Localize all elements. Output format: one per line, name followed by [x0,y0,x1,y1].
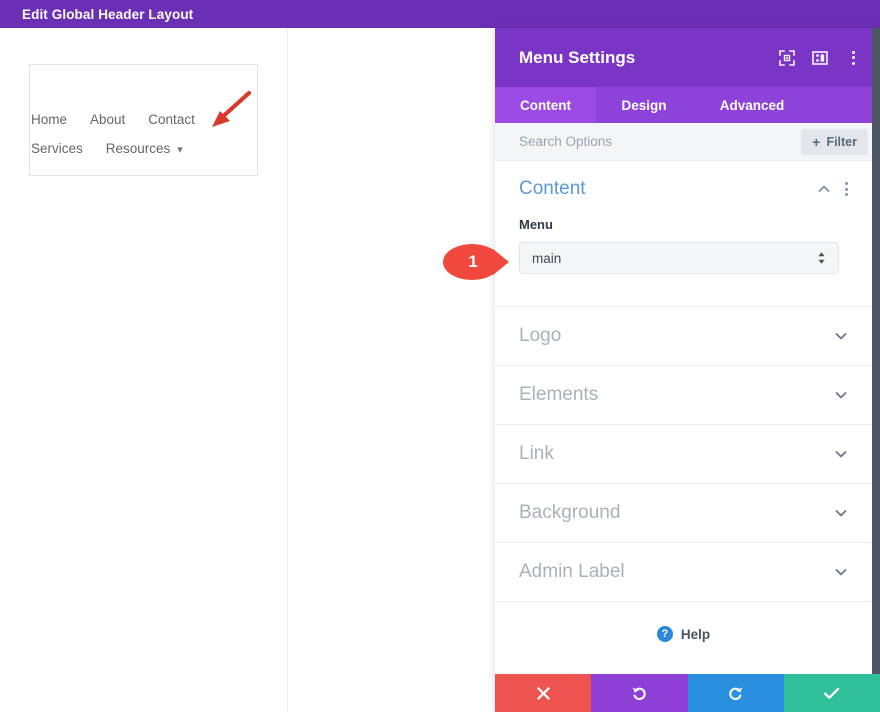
discard-button[interactable] [495,674,591,712]
more-options-icon[interactable] [844,49,862,67]
menu-select-wrap: main [519,242,848,274]
filter-button[interactable]: + Filter [801,129,868,155]
search-input[interactable] [519,134,801,149]
panel-header-icons [778,49,862,67]
callout-number: 1 [459,250,487,274]
redo-button[interactable] [688,674,784,712]
help-icon: ? [657,626,673,642]
chevron-down-icon [834,329,848,343]
page-title: Edit Global Header Layout [0,7,193,22]
panel-tabs: Content Design Advanced [495,87,880,123]
help-label: Help [681,627,710,642]
nav-link-services[interactable]: Services [31,141,83,156]
section-admin-label[interactable]: Admin Label [495,543,872,602]
chevron-down-icon [834,506,848,520]
tab-design[interactable]: Design [596,87,692,123]
preview-nav-row: Services Resources ▾ [31,134,257,163]
panel-title: Menu Settings [519,48,778,68]
nav-link-resources[interactable]: Resources ▾ [106,141,183,156]
section-admin-label-title: Admin Label [519,561,834,583]
tab-advanced[interactable]: Advanced [692,87,812,123]
chevron-up-icon[interactable] [817,182,831,196]
panel-scrollbar[interactable] [872,28,880,674]
help-row[interactable]: ? Help [495,602,872,666]
section-content-controls [817,182,848,196]
module-settings-panel: Menu Settings [495,28,880,712]
section-logo[interactable]: Logo [495,307,872,366]
filter-button-label: Filter [826,135,857,149]
tab-content[interactable]: Content [495,87,596,123]
menu-select[interactable]: main [519,242,839,274]
section-content-header[interactable]: Content [519,161,848,217]
section-link[interactable]: Link [495,425,872,484]
save-button[interactable] [784,674,880,712]
builder-canvas: Home About Contact Services Resources ▾ [0,28,288,712]
undo-button[interactable] [591,674,687,712]
panel-body: Content Menu [495,161,872,673]
dots-vertical [844,182,848,196]
divi-builder-screen: Edit Global Header Layout Home About Con… [0,0,880,712]
menu-select-value: main [532,251,817,266]
section-link-title: Link [519,443,834,465]
section-content-title: Content [519,178,817,200]
chevron-down-icon [834,565,848,579]
chevron-down-icon [834,388,848,402]
nav-link-home[interactable]: Home [31,112,67,127]
section-logo-title: Logo [519,325,834,347]
section-background-title: Background [519,502,834,524]
canvas-gutter [289,28,495,712]
panel-action-bar [495,674,880,712]
plus-icon: + [812,135,820,149]
select-stepper-icon [817,251,826,265]
nav-link-resources-label: Resources [106,141,171,156]
dots-vertical [851,51,855,65]
nav-link-about[interactable]: About [90,112,125,127]
section-content: Content Menu [495,161,872,306]
section-content-more-icon[interactable] [844,182,848,196]
chevron-down-icon [834,447,848,461]
nav-link-contact[interactable]: Contact [148,112,195,127]
section-background[interactable]: Background [495,484,872,543]
chevron-down-icon: ▾ [177,145,183,156]
top-title-bar: Edit Global Header Layout [0,0,880,28]
annotation-arrow-icon [205,90,253,132]
callout-marker-1: 1 [441,239,511,285]
menu-field-label: Menu [519,217,848,232]
panel-header: Menu Settings [495,28,880,87]
search-options-bar: + Filter [495,123,880,161]
section-elements[interactable]: Elements [495,366,872,425]
layout-toggle-icon[interactable] [811,49,829,67]
section-elements-title: Elements [519,384,834,406]
section-content-spacer [519,274,848,306]
focus-icon[interactable] [778,49,796,67]
